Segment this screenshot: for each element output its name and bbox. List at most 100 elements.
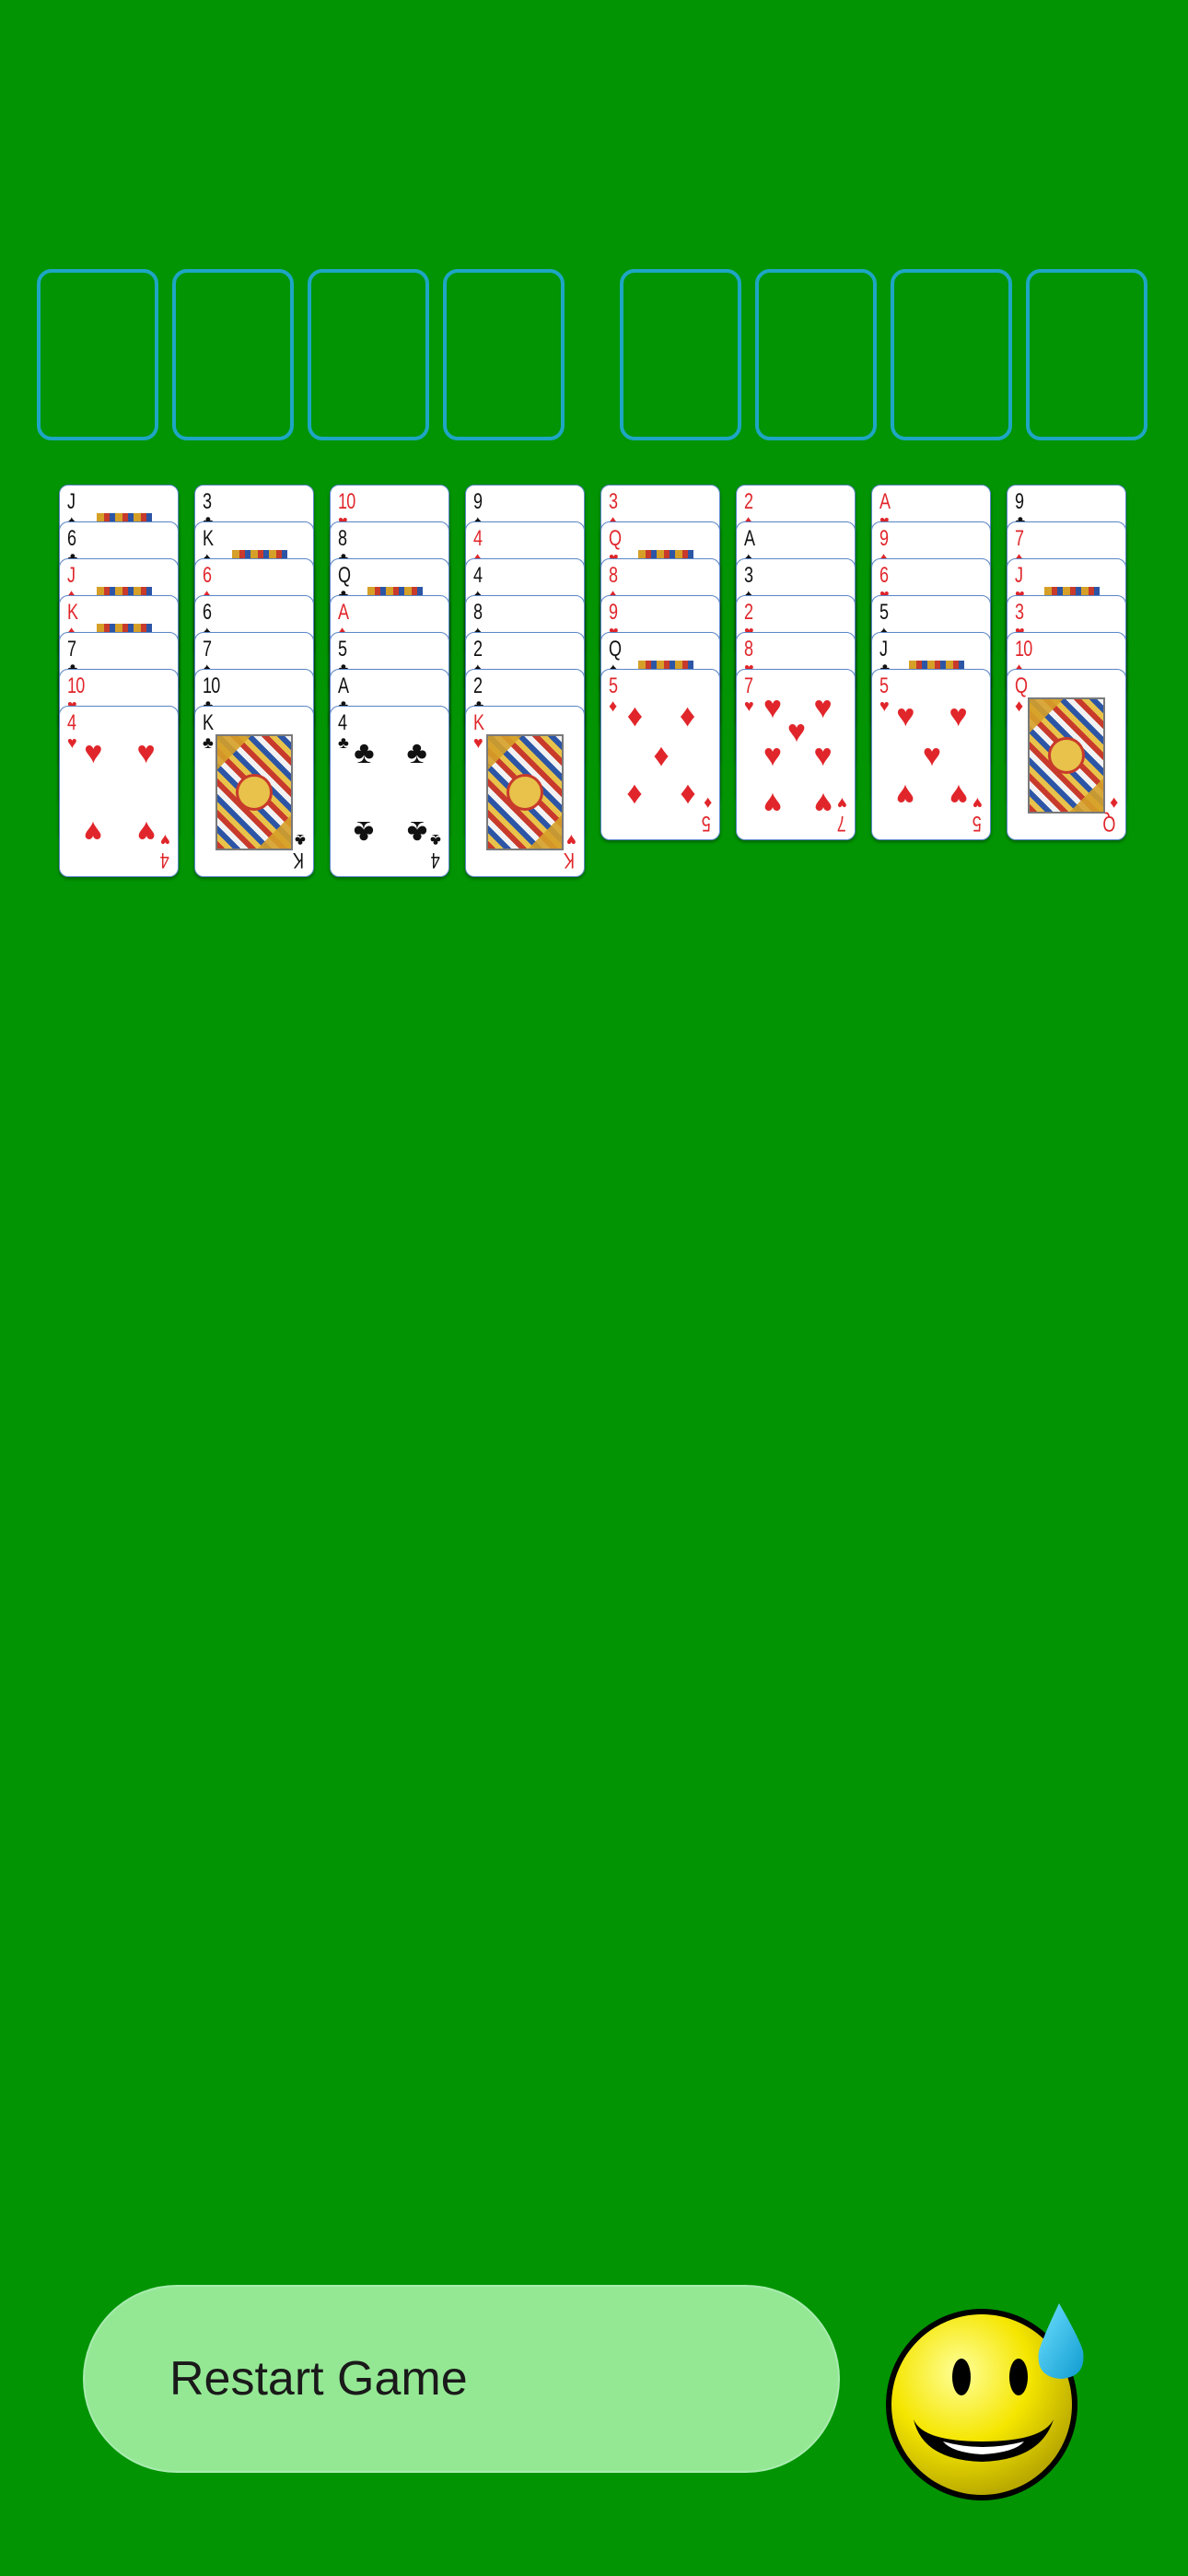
card-rank-corner: K [563, 848, 575, 872]
restart-game-label: Restart Game [169, 2352, 468, 2406]
game-table: J♠6♣J♦K♦7♣10♥4♥♥♥♥♥4♥3♣K♠6♦6♠7♠10♣K♣K♣10… [0, 0, 1188, 2576]
card-rank: 7 [744, 673, 753, 698]
card-rank: 7 [1015, 526, 1024, 551]
card-rank: 4 [473, 526, 483, 551]
card-suit-corner-icon: ♥ [566, 831, 577, 849]
card-rank: 10 [338, 489, 355, 514]
free-cell-slot-4[interactable] [1026, 269, 1147, 440]
restart-game-button[interactable]: Restart Game [83, 2285, 840, 2473]
card-suit-icon: ♣ [203, 733, 214, 752]
suit-pip-icon: ♥ [949, 777, 968, 813]
card-rank: 4 [473, 563, 483, 588]
card-rank: 6 [203, 600, 212, 625]
nervous-sweat-smiley-icon[interactable] [886, 2303, 1089, 2506]
card-rank: A [744, 526, 755, 551]
suit-pip-icon: ♥ [922, 738, 942, 773]
suit-pip-icon: ♥ [763, 738, 783, 773]
card-rank: 6 [203, 563, 212, 588]
card-4-5[interactable]: 5 ♦ ♦ ♦ ♦ ♦ ♦ 5 ♦ [600, 669, 720, 840]
card-suit-icon: ♥ [879, 697, 890, 715]
card-1-6[interactable]: K ♣ K ♣ [194, 706, 314, 877]
court-card-art [486, 734, 564, 850]
card-rank: 6 [879, 563, 889, 588]
foundation-slot-3[interactable] [308, 269, 429, 440]
card-suit-corner-icon: ♥ [160, 831, 170, 849]
card-rank: 5 [879, 673, 889, 698]
card-rank: J [67, 489, 76, 514]
card-rank: 4 [338, 710, 347, 735]
card-rank: A [879, 489, 891, 514]
card-suit-icon: ♥ [473, 733, 483, 752]
suit-pip-icon: ♣ [406, 735, 427, 771]
foundation-slot-4[interactable] [443, 269, 565, 440]
card-suit-corner-icon: ♦ [1109, 794, 1118, 813]
suit-pip-icon: ♥ [763, 786, 783, 822]
suit-pip-icon: ♥ [813, 689, 833, 725]
suit-pip-icon: ♦ [679, 698, 696, 734]
card-2-6[interactable]: 4 ♣ ♣ ♣ ♣ ♣ 4 ♣ [330, 706, 449, 877]
card-rank: 3 [1015, 600, 1024, 625]
card-rank: 7 [203, 637, 212, 662]
card-rank: 9 [609, 600, 618, 625]
card-rank: 8 [744, 637, 753, 662]
card-rank: 2 [473, 673, 483, 698]
card-rank: Q [1015, 673, 1028, 698]
card-rank: 3 [744, 563, 753, 588]
court-emblem [236, 774, 273, 811]
suit-pip-icon: ♣ [354, 814, 375, 849]
card-rank: 8 [338, 526, 347, 551]
card-rank: A [338, 600, 349, 625]
card-rank-corner: 5 [972, 811, 982, 836]
suit-pip-icon: ♥ [949, 698, 968, 734]
card-5-5[interactable]: 7 ♥ ♥ ♥ ♥ ♥ ♥ ♥ ♥ 7 ♥ [736, 669, 856, 840]
card-rank: K [67, 600, 78, 625]
court-emblem [507, 774, 543, 811]
card-suit-icon: ♦ [1015, 697, 1024, 715]
card-rank: 6 [67, 526, 76, 551]
card-rank-corner: K [292, 848, 304, 872]
suit-pip-icon: ♥ [813, 738, 833, 773]
foundation-slot-2[interactable] [172, 269, 294, 440]
card-0-6[interactable]: 4 ♥ ♥ ♥ ♥ ♥ 4 ♥ [59, 706, 179, 877]
card-rank: 7 [67, 637, 76, 662]
suit-pip-icon: ♥ [84, 814, 103, 849]
free-cell-slot-3[interactable] [891, 269, 1012, 440]
free-cell-slot-1[interactable] [620, 269, 741, 440]
card-suit-corner-icon: ♣ [295, 831, 306, 849]
card-rank: 9 [1015, 489, 1024, 514]
suit-pip-icon: ♣ [354, 735, 375, 771]
suit-pip-icon: ♥ [813, 786, 833, 822]
card-rank: Q [609, 637, 622, 662]
foundation-slot-1[interactable] [37, 269, 158, 440]
card-rank: 5 [879, 600, 889, 625]
suit-pip-icon: ♥ [763, 689, 783, 725]
card-rank: 5 [609, 673, 618, 698]
card-3-6[interactable]: K ♥ K ♥ [465, 706, 585, 877]
card-rank: J [879, 637, 888, 662]
card-rank: A [338, 673, 349, 698]
card-rank: 9 [473, 489, 483, 514]
free-cell-slot-2[interactable] [755, 269, 877, 440]
card-rank: 10 [67, 673, 85, 698]
card-suit-icon: ♥ [744, 697, 754, 715]
card-rank: 10 [1015, 637, 1032, 662]
suit-pip-icon: ♥ [896, 777, 915, 813]
card-suit-icon: ♦ [609, 697, 618, 715]
suit-pip-icon: ♥ [84, 735, 103, 771]
card-rank: 3 [203, 489, 212, 514]
card-rank: J [1015, 563, 1023, 588]
card-suit-corner-icon: ♦ [703, 794, 712, 813]
card-7-5[interactable]: Q ♦ Q ♦ [1007, 669, 1126, 840]
card-rank: 2 [744, 489, 753, 514]
suit-pip-icon: ♦ [653, 738, 670, 773]
card-suit-icon: ♥ [67, 733, 77, 752]
card-rank: 10 [203, 673, 220, 698]
card-rank-corner: 5 [701, 811, 711, 836]
card-rank: 2 [744, 600, 753, 625]
card-rank: K [473, 710, 484, 735]
suit-pip-icon: ♥ [896, 698, 915, 734]
card-rank: J [67, 563, 76, 588]
card-rank-corner: 4 [430, 848, 440, 872]
card-suit-corner-icon: ♣ [430, 831, 441, 849]
card-6-5[interactable]: 5 ♥ ♥ ♥ ♥ ♥ ♥ 5 ♥ [871, 669, 991, 840]
